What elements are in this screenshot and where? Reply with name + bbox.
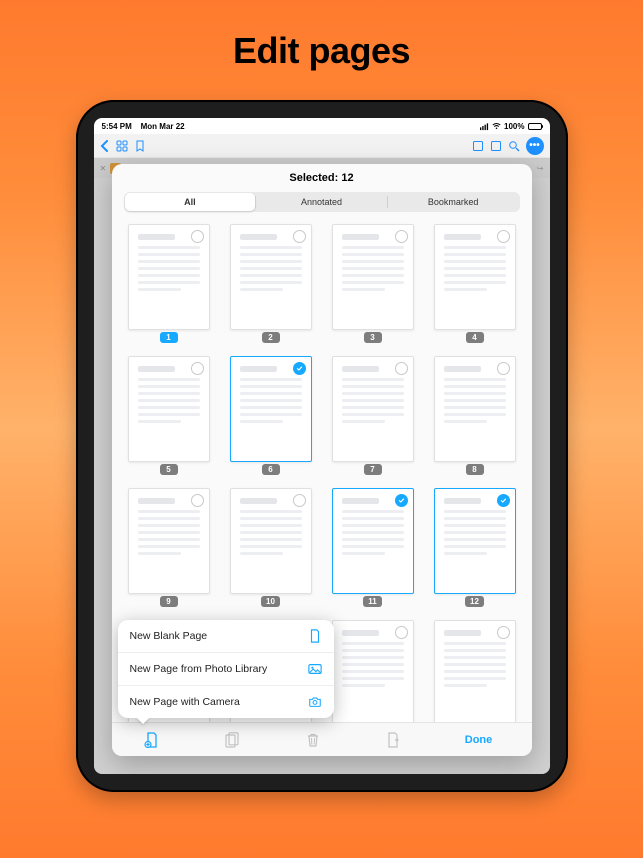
status-time: 5:54 PM: [102, 122, 132, 131]
popover-label: New Page with Camera: [130, 696, 240, 708]
selection-indicator[interactable]: [497, 626, 510, 639]
status-bar: 5:54 PM Mon Mar 22 100%: [94, 118, 550, 134]
selection-indicator[interactable]: [191, 494, 204, 507]
add-page-popover: New Blank Page New Page from Photo Libra…: [118, 620, 334, 718]
selection-indicator[interactable]: [395, 626, 408, 639]
camera-icon: [308, 695, 322, 709]
file-icon: [308, 629, 322, 643]
selection-indicator[interactable]: [395, 494, 408, 507]
page-preview: [332, 224, 414, 330]
page-number-badge: 1: [160, 332, 178, 343]
page-thumbnail[interactable]: 11: [326, 488, 420, 612]
segment-bookmarked[interactable]: Bookmarked: [388, 193, 519, 211]
page-thumbnail[interactable]: 5: [122, 356, 216, 480]
modal-toolbar: Done: [112, 722, 532, 756]
page-editor-modal: Selected: 12 All Annotated Bookmarked 12…: [112, 164, 532, 756]
modal-title: Selected: 12: [112, 164, 532, 192]
battery-icon: [528, 123, 542, 130]
page-number-badge: 10: [261, 596, 280, 607]
page-thumbnail[interactable]: 3: [326, 224, 420, 348]
page-preview: [332, 356, 414, 462]
page-preview: [230, 356, 312, 462]
bookmark-icon[interactable]: [134, 140, 146, 152]
filter-segmented-control[interactable]: All Annotated Bookmarked: [124, 192, 520, 212]
page-preview: [128, 488, 210, 594]
segmented-control-wrap: All Annotated Bookmarked: [112, 192, 532, 218]
ipad-frame: 5:54 PM Mon Mar 22 100%: [76, 100, 568, 792]
page-number-badge: 8: [466, 464, 484, 475]
page-preview: [434, 356, 516, 462]
page-number-badge: 9: [160, 596, 178, 607]
page-thumbnail[interactable]: 2: [224, 224, 318, 348]
back-icon[interactable]: [100, 140, 110, 152]
ipad-screen: 5:54 PM Mon Mar 22 100%: [94, 118, 550, 774]
page-preview: [332, 620, 414, 722]
page-preview: [128, 356, 210, 462]
page-preview: [434, 224, 516, 330]
signal-icon: [480, 122, 489, 131]
search-icon[interactable]: [508, 140, 520, 152]
page-thumbnail[interactable]: 1: [122, 224, 216, 348]
status-date: Mon Mar 22: [141, 122, 185, 131]
popover-label: New Page from Photo Library: [130, 663, 268, 675]
page-thumbnail[interactable]: 7: [326, 356, 420, 480]
toolbar-icon-a[interactable]: [472, 140, 484, 152]
selection-indicator[interactable]: [497, 494, 510, 507]
selection-indicator[interactable]: [395, 362, 408, 375]
battery-percent: 100%: [504, 122, 524, 131]
wifi-icon: [492, 122, 501, 131]
selection-indicator[interactable]: [497, 230, 510, 243]
thumbnails-icon[interactable]: [116, 140, 128, 152]
toolbar-icon-b[interactable]: [490, 140, 502, 152]
selection-indicator[interactable]: [191, 362, 204, 375]
done-button[interactable]: Done: [465, 734, 493, 746]
page-number-badge: 6: [262, 464, 280, 475]
page-preview: [434, 488, 516, 594]
segment-annotated[interactable]: Annotated: [256, 193, 387, 211]
page-number-badge: 11: [363, 596, 381, 607]
status-left: 5:54 PM Mon Mar 22: [102, 122, 185, 131]
app-navbar: •••: [94, 134, 550, 158]
delete-page-button[interactable]: [304, 731, 322, 749]
status-right: 100%: [480, 122, 541, 131]
segment-all[interactable]: All: [125, 193, 256, 211]
popover-label: New Blank Page: [130, 630, 208, 642]
more-button[interactable]: •••: [526, 137, 544, 155]
page-number-badge: 5: [160, 464, 178, 475]
new-page-camera-item[interactable]: New Page with Camera: [118, 686, 334, 718]
selection-indicator[interactable]: [191, 230, 204, 243]
page-thumbnail[interactable]: 15: [326, 620, 420, 722]
page-number-badge: 2: [262, 332, 280, 343]
selection-indicator[interactable]: [395, 230, 408, 243]
page-number-badge: 7: [364, 464, 382, 475]
duplicate-page-button[interactable]: [223, 731, 241, 749]
new-blank-page-item[interactable]: New Blank Page: [118, 620, 334, 653]
page-preview: [230, 224, 312, 330]
page-thumbnail[interactable]: 4: [428, 224, 522, 348]
page-number-badge: 12: [465, 596, 484, 607]
export-page-button[interactable]: [384, 731, 402, 749]
page-thumbnail[interactable]: 6: [224, 356, 318, 480]
page-thumbnail[interactable]: 16: [428, 620, 522, 722]
add-page-button[interactable]: [143, 731, 161, 749]
selection-indicator[interactable]: [293, 362, 306, 375]
selection-indicator[interactable]: [497, 362, 510, 375]
promo-background: Edit pages 5:54 PM Mon Mar 22 100%: [0, 0, 643, 858]
page-number-badge: 3: [364, 332, 382, 343]
photo-icon: [308, 662, 322, 676]
page-preview: [434, 620, 516, 722]
page-number-badge: 4: [466, 332, 484, 343]
selection-indicator[interactable]: [293, 494, 306, 507]
page-preview: [230, 488, 312, 594]
page-thumbnail[interactable]: 8: [428, 356, 522, 480]
hero-title: Edit pages: [233, 30, 410, 72]
page-thumbnail[interactable]: 10: [224, 488, 318, 612]
page-preview: [128, 224, 210, 330]
new-page-photo-item[interactable]: New Page from Photo Library: [118, 653, 334, 686]
page-thumbnail[interactable]: 9: [122, 488, 216, 612]
page-thumbnail[interactable]: 12: [428, 488, 522, 612]
page-preview: [332, 488, 414, 594]
selection-indicator[interactable]: [293, 230, 306, 243]
